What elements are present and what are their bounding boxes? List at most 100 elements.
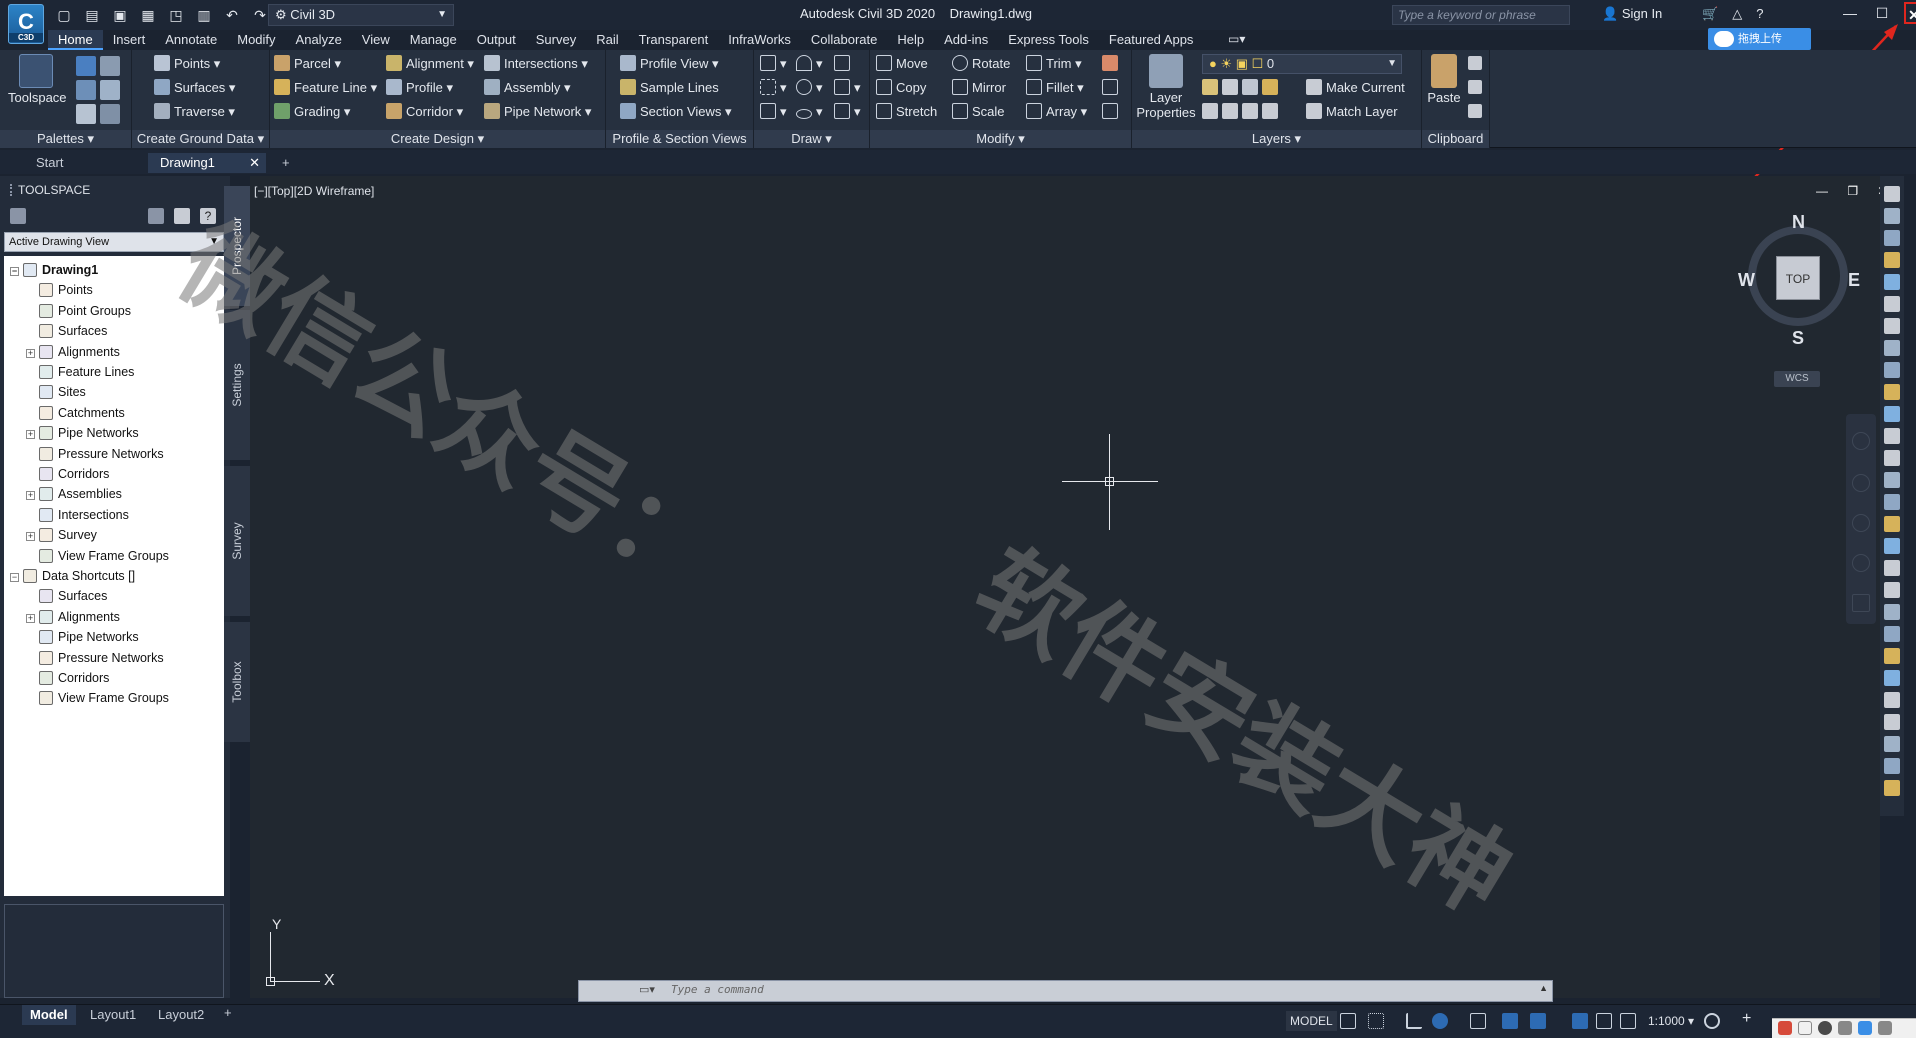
- compass-east[interactable]: E: [1848, 270, 1860, 291]
- pipe-network-button[interactable]: Pipe Network ▾: [484, 102, 591, 122]
- surfaces-button[interactable]: Surfaces ▾: [154, 78, 235, 98]
- tab-transparent[interactable]: Transparent: [629, 30, 719, 50]
- civil-tool-icon[interactable]: [1884, 472, 1900, 488]
- undo-icon[interactable]: ↶: [222, 5, 242, 25]
- prospector-icon[interactable]: [76, 56, 96, 76]
- civil-tool-icon[interactable]: [1884, 450, 1900, 466]
- grading-button[interactable]: Grading ▾: [274, 102, 350, 122]
- civil-tool-icon[interactable]: [1884, 186, 1900, 202]
- orbit-icon[interactable]: [1852, 554, 1870, 572]
- spline-tool[interactable]: ▾: [760, 102, 787, 122]
- civil-tool-icon[interactable]: [1884, 780, 1900, 796]
- application-menu-button[interactable]: C C3D: [8, 4, 44, 44]
- model-space-toggle[interactable]: MODEL: [1286, 1011, 1337, 1031]
- tree-item[interactable]: − Drawing1: [10, 260, 98, 280]
- profile-button[interactable]: Profile ▾: [386, 78, 453, 98]
- civil-tool-icon[interactable]: [1884, 318, 1900, 334]
- scale-button[interactable]: Scale: [952, 102, 1005, 122]
- drawing-canvas[interactable]: [250, 176, 1880, 998]
- expand-toggle-icon[interactable]: −: [10, 573, 19, 582]
- object-snap-tracking-icon[interactable]: [1502, 1013, 1518, 1029]
- civil-tool-icon[interactable]: [1884, 230, 1900, 246]
- tree-item[interactable]: View Frame Groups: [26, 688, 169, 708]
- tree-item[interactable]: + Pipe Networks: [26, 423, 139, 443]
- command-line[interactable]: ▭▾ Type a command ▲: [578, 980, 1553, 1002]
- toolspace-tab-prospector[interactable]: Prospector: [224, 186, 250, 306]
- tree-item[interactable]: Pressure Networks: [26, 444, 164, 464]
- viewport-controls-label[interactable]: [−][Top][2D Wireframe]: [254, 184, 374, 198]
- civil-tool-icon[interactable]: [1884, 560, 1900, 576]
- corridor-button[interactable]: Corridor ▾: [386, 102, 463, 122]
- ribbon-options-icon[interactable]: ▭▾: [1228, 32, 1245, 46]
- tree-item[interactable]: Surfaces: [26, 586, 107, 606]
- civil-tool-icon[interactable]: [1884, 384, 1900, 400]
- tab-view[interactable]: View: [352, 30, 400, 50]
- design-center-icon[interactable]: [100, 104, 120, 124]
- ime-icon[interactable]: [1778, 1021, 1792, 1035]
- erase-button[interactable]: [1102, 54, 1122, 74]
- civil-tool-icon[interactable]: [1884, 340, 1900, 356]
- active-drawing-view-select[interactable]: Active Drawing View ▼: [4, 232, 224, 252]
- explode-button[interactable]: [1102, 78, 1122, 98]
- hatch-tool[interactable]: ▾: [834, 102, 861, 122]
- civil-tool-icon[interactable]: [1884, 252, 1900, 268]
- toolspace-header[interactable]: TOOLSPACE: [4, 180, 224, 200]
- tree-item[interactable]: + Survey: [26, 525, 97, 545]
- wcs-menu[interactable]: WCS: [1774, 371, 1820, 387]
- workspace-switching-icon[interactable]: [1704, 1013, 1720, 1029]
- toolspace-tab-toolbox[interactable]: Toolbox: [224, 622, 250, 742]
- civil-tool-icon[interactable]: [1884, 604, 1900, 620]
- isodraft-icon[interactable]: [1470, 1013, 1486, 1029]
- cart-icon[interactable]: 🛒: [1702, 6, 1718, 22]
- snap-icon[interactable]: [1368, 1013, 1384, 1029]
- circle-tool[interactable]: ▾: [796, 78, 823, 98]
- tab-output[interactable]: Output: [467, 30, 526, 50]
- fillet-button[interactable]: Fillet ▾: [1026, 78, 1084, 98]
- moon-icon[interactable]: [1818, 1021, 1832, 1035]
- layout-tab-model[interactable]: Model: [22, 1005, 76, 1025]
- civil-tool-icon[interactable]: [1884, 362, 1900, 378]
- panel-title-design[interactable]: Create Design ▾: [270, 130, 605, 148]
- tree-item[interactable]: Surfaces: [26, 321, 107, 341]
- tree-item[interactable]: + Alignments: [26, 342, 120, 362]
- ortho-icon[interactable]: [1406, 1013, 1422, 1029]
- civil-tool-icon[interactable]: [1884, 648, 1900, 664]
- panel-title-palettes[interactable]: Palettes ▾: [0, 130, 131, 148]
- civil-tool-icon[interactable]: [1884, 538, 1900, 554]
- civil-tool-icon[interactable]: [1884, 406, 1900, 422]
- toolspace-help-icon[interactable]: ?: [200, 208, 216, 224]
- layer-properties-button[interactable]: Layer Properties: [1134, 54, 1198, 130]
- civil-tool-icon[interactable]: [1884, 516, 1900, 532]
- move-button[interactable]: Move: [876, 54, 928, 74]
- properties-icon[interactable]: [76, 104, 96, 124]
- expand-toggle-icon[interactable]: −: [10, 267, 19, 276]
- workspace-dropdown[interactable]: ⚙ Civil 3D ▼: [268, 4, 454, 26]
- showmotion-icon[interactable]: [1852, 594, 1870, 612]
- layout-tab-layout1[interactable]: Layout1: [82, 1005, 144, 1025]
- paste-button[interactable]: Paste: [1424, 54, 1464, 124]
- tree-item[interactable]: Catchments: [26, 403, 125, 423]
- layer-tool-row2[interactable]: [1202, 102, 1282, 122]
- match-properties-icon[interactable]: [1468, 104, 1482, 118]
- polyline-tool[interactable]: [834, 54, 854, 74]
- offset-button[interactable]: [1102, 102, 1122, 122]
- tab-express-tools[interactable]: Express Tools: [998, 30, 1099, 50]
- civil-tool-icon[interactable]: [1884, 274, 1900, 290]
- civil-tool-icon[interactable]: [1884, 428, 1900, 444]
- tree-item[interactable]: + Assemblies: [26, 484, 122, 504]
- parcel-button[interactable]: Parcel ▾: [274, 54, 341, 74]
- viewcube[interactable]: TOP N S W E: [1736, 212, 1860, 350]
- tree-item[interactable]: Points: [26, 280, 93, 300]
- command-recent-icon[interactable]: ▭▾: [639, 983, 655, 996]
- list-view-icon[interactable]: [174, 208, 190, 224]
- trim-button[interactable]: Trim ▾: [1026, 54, 1082, 74]
- section-views-button[interactable]: Section Views ▾: [620, 102, 732, 122]
- tab-survey[interactable]: Survey: [526, 30, 586, 50]
- web-save-icon[interactable]: ◳: [166, 5, 186, 25]
- panel-title-layers[interactable]: Layers ▾: [1132, 130, 1421, 148]
- tree-item[interactable]: Point Groups: [26, 301, 131, 321]
- tab-infraworks[interactable]: InfraWorks: [718, 30, 801, 50]
- tree-item[interactable]: View Frame Groups: [26, 546, 169, 566]
- civil-tool-icon[interactable]: [1884, 714, 1900, 730]
- steering-wheel-icon[interactable]: [1852, 432, 1870, 450]
